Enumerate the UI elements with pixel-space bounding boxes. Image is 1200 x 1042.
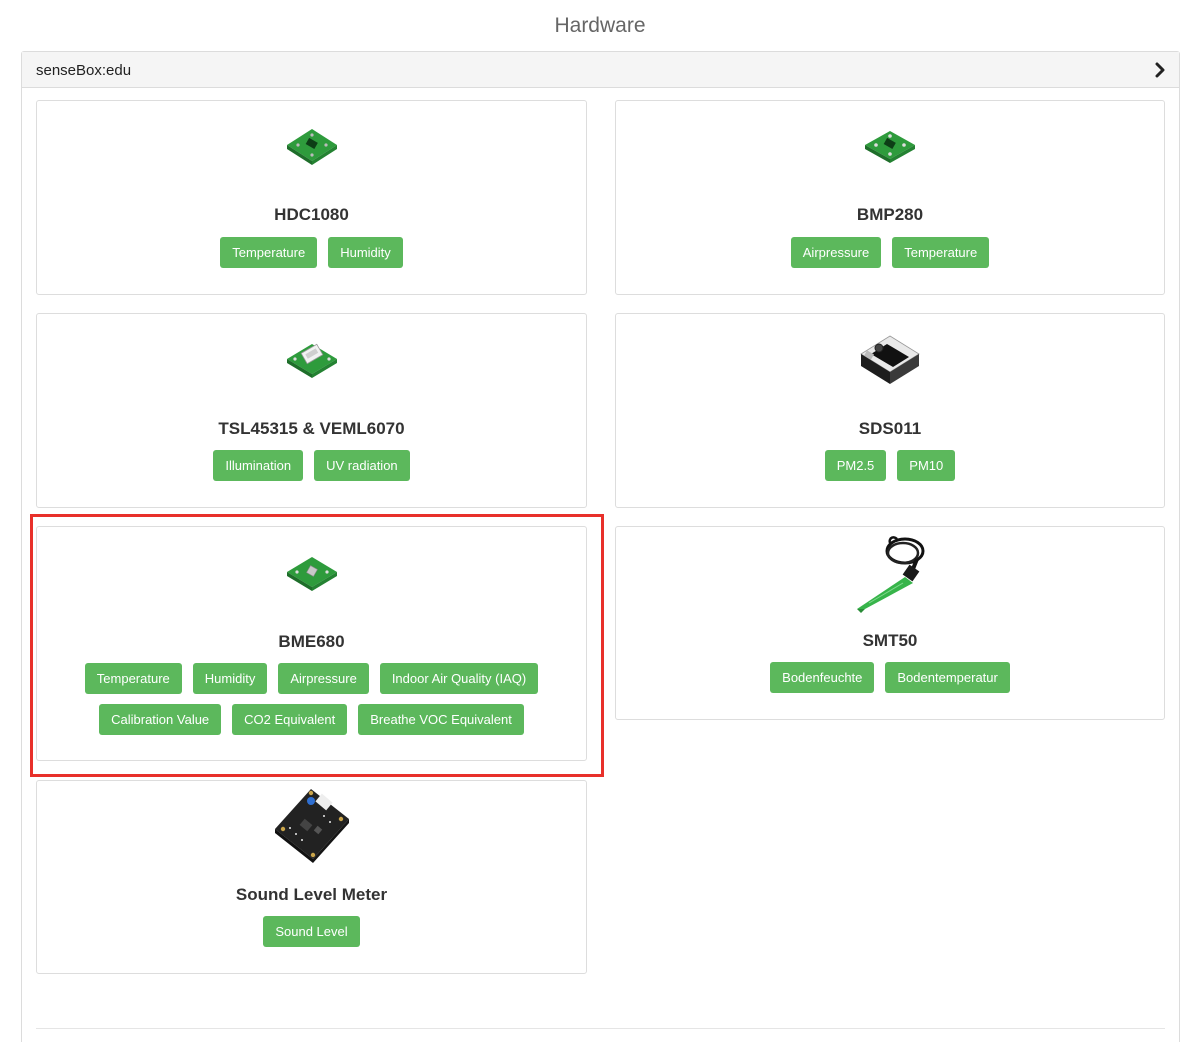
card-title: SDS011 xyxy=(858,419,922,438)
tag-row: Temperature Humidity xyxy=(37,237,586,268)
card-title: BMP280 xyxy=(856,205,924,224)
card-title: HDC1080 xyxy=(274,205,349,224)
sensor-card-tsl45315-veml6070: TSL45315 & VEML6070 Illumination UV radi… xyxy=(36,313,587,508)
sound-level-board-icon xyxy=(274,789,349,863)
bottom-divider xyxy=(36,1028,1165,1029)
tag-humidity[interactable]: Humidity xyxy=(192,663,268,694)
tag-row: PM2.5 PM10 xyxy=(616,450,1164,481)
tag-row: Bodenfeuchte Bodentemperatur xyxy=(616,662,1164,693)
tag-bodenfeuchte[interactable]: Bodenfeuchte xyxy=(770,662,875,693)
tag-temperature[interactable]: Temperature xyxy=(892,237,990,268)
tag-uv-radiation[interactable]: UV radiation xyxy=(314,450,410,481)
tag-indoor-air-quality[interactable]: Indoor Air Quality (IAQ) xyxy=(379,663,539,694)
tag-airpressure[interactable]: Airpressure xyxy=(278,663,369,694)
green-sensor-board-icon xyxy=(286,129,337,165)
chevron-right-icon[interactable] xyxy=(1153,62,1167,78)
panel-header[interactable]: senseBox:edu xyxy=(22,52,1179,88)
card-title: SMT50 xyxy=(862,631,918,650)
tag-co2-equivalent[interactable]: CO2 Equivalent xyxy=(232,704,348,735)
green-sensor-board-icon xyxy=(865,131,915,163)
green-sensor-board-with-connector-icon xyxy=(286,343,337,378)
sensor-card-bmp280: BMP280 Airpressure Temperature xyxy=(615,100,1165,295)
black-particle-sensor-icon xyxy=(860,335,920,384)
tag-pm25[interactable]: PM2.5 xyxy=(824,450,887,481)
tag-row: Temperature Humidity Airpressure Indoor … xyxy=(37,663,586,694)
tag-bodentemperatur[interactable]: Bodentemperatur xyxy=(885,662,1010,693)
tag-pm10[interactable]: PM10 xyxy=(897,450,956,481)
tag-row: Airpressure Temperature xyxy=(616,237,1164,268)
green-sensor-board-icon xyxy=(286,557,337,591)
panel-header-title: senseBox:edu xyxy=(36,62,132,79)
sensor-card-hdc1080: HDC1080 Temperature Humidity xyxy=(36,100,587,295)
soil-moisture-probe-icon xyxy=(857,536,925,613)
tag-airpressure[interactable]: Airpressure xyxy=(790,237,882,268)
sensor-card-sound-level-meter: Sound Level Meter Sound Level xyxy=(36,780,587,974)
card-title: TSL45315 & VEML6070 xyxy=(218,419,405,438)
page-title: Hardware xyxy=(554,14,646,37)
sensor-card-smt50: SMT50 Bodenfeuchte Bodentemperatur xyxy=(615,526,1165,720)
tag-illumination[interactable]: Illumination xyxy=(213,450,304,481)
card-title: BME680 xyxy=(278,632,345,651)
tag-row: Calibration Value CO2 Equivalent Breathe… xyxy=(37,704,586,735)
tag-temperature[interactable]: Temperature xyxy=(84,663,182,694)
tag-humidity[interactable]: Humidity xyxy=(328,237,403,268)
card-title: Sound Level Meter xyxy=(235,885,388,904)
sensor-card-bme680: BME680 Temperature Humidity Airpressure … xyxy=(36,526,587,761)
sensor-card-sds011: SDS011 PM2.5 PM10 xyxy=(615,313,1165,508)
tag-row: Illumination UV radiation xyxy=(37,450,586,481)
tag-row: Sound Level xyxy=(37,916,586,947)
tag-temperature[interactable]: Temperature xyxy=(220,237,318,268)
tag-calibration-value[interactable]: Calibration Value xyxy=(99,704,222,735)
tag-sound-level[interactable]: Sound Level xyxy=(263,916,360,947)
tag-breathe-voc-equivalent[interactable]: Breathe VOC Equivalent xyxy=(358,704,524,735)
